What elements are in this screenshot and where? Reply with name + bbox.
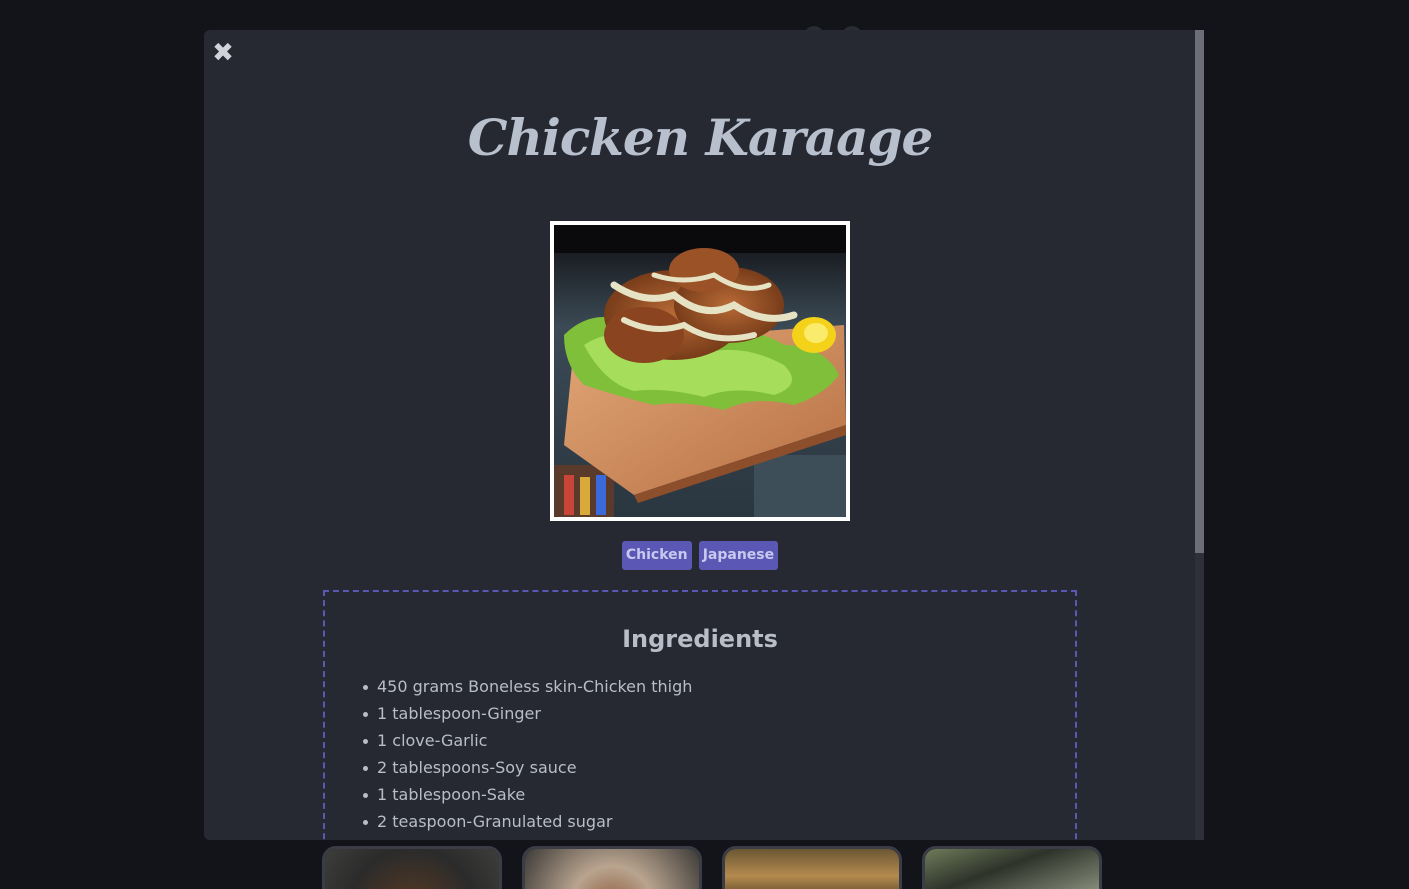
background-recipe-card[interactable] — [522, 846, 702, 889]
ingredient-item: 2 tablespoons-Soy sauce — [361, 754, 1075, 781]
recipe-modal: ✖ Chicken Karaage Chicken Japanese Ingre… — [204, 30, 1204, 840]
recipe-image-frame — [550, 221, 850, 521]
background-recipe-cards — [322, 846, 1122, 889]
tag-chicken[interactable]: Chicken — [621, 541, 692, 570]
background-recipe-card[interactable] — [722, 846, 902, 889]
ingredient-item: 1 tablespoon-Ginger — [361, 700, 1075, 727]
ingredients-section: Ingredients 450 grams Boneless skin-Chic… — [323, 590, 1077, 840]
ingredient-item: 2 teaspoon-Granulated sugar — [361, 808, 1075, 835]
ingredient-item: 450 grams Boneless skin-Chicken thigh — [361, 673, 1075, 700]
recipe-photo — [554, 225, 846, 517]
modal-scrollbar-thumb[interactable] — [1195, 30, 1204, 553]
ingredients-heading: Ingredients — [622, 625, 778, 653]
tag-japanese[interactable]: Japanese — [698, 541, 779, 570]
recipe-title: Chicken Karaage — [467, 108, 934, 167]
recipe-tags: Chicken Japanese — [204, 541, 1196, 570]
close-icon[interactable]: ✖ — [212, 40, 234, 66]
background-recipe-card[interactable] — [322, 846, 502, 889]
ingredient-item: 1 clove-Garlic — [361, 727, 1075, 754]
ingredients-list: 450 grams Boneless skin-Chicken thigh 1 … — [325, 673, 1075, 835]
ingredient-item: 1 tablespoon-Sake — [361, 781, 1075, 808]
background-recipe-card[interactable] — [922, 846, 1102, 889]
